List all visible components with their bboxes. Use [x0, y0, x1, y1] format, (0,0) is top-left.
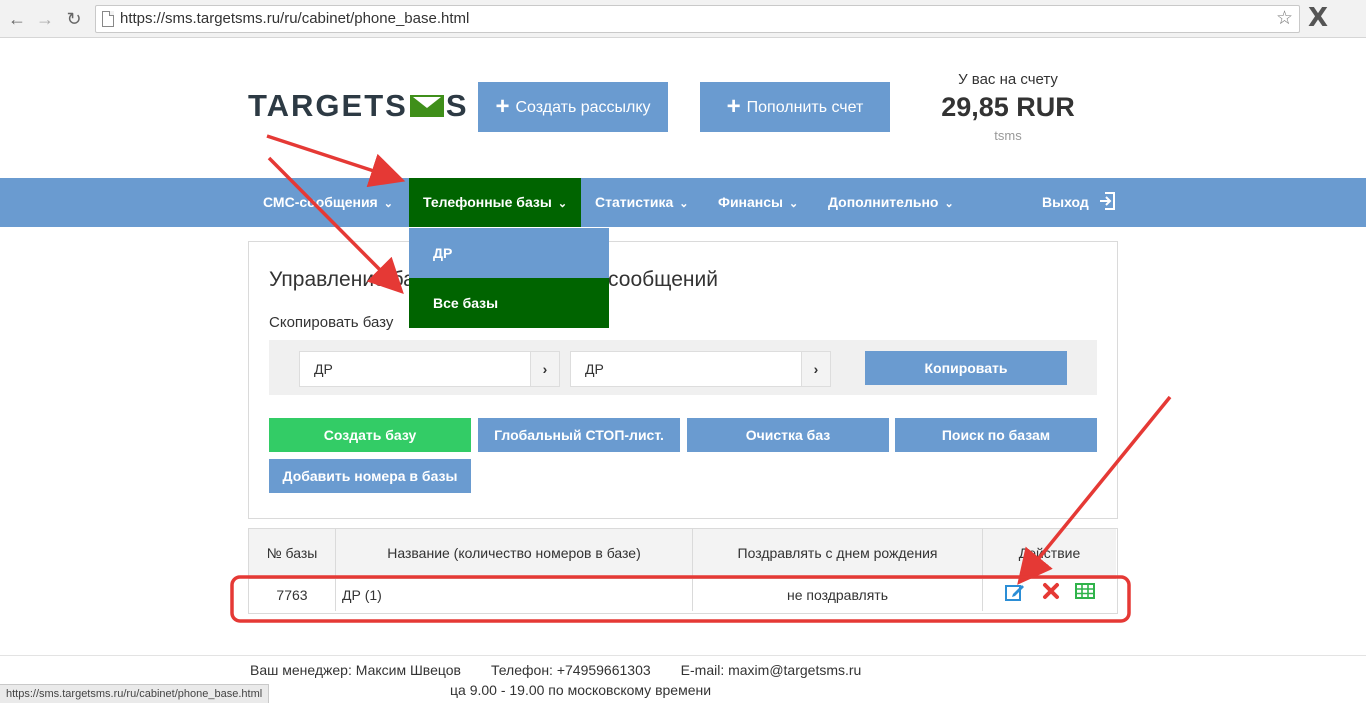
balance-unit: tsms	[994, 128, 1022, 143]
nav-label: Дополнительно	[828, 194, 939, 210]
nav-item-finance[interactable]: Финансы ⌄	[718, 178, 798, 227]
balance-label: У вас на счету	[958, 71, 1058, 88]
footer-email[interactable]: E-mail: maxim@targetsms.ru	[681, 662, 862, 678]
cell-birthday: не поздравлять	[693, 578, 983, 611]
clean-bases-button[interactable]: Очистка баз	[687, 418, 889, 452]
top-up-button[interactable]: + Пополнить счет	[700, 82, 890, 132]
add-numbers-button[interactable]: Добавить номера в базы	[269, 459, 471, 493]
footer-phone: Телефон: +74959661303	[490, 662, 651, 678]
nav-item-statistics[interactable]: Статистика ⌄	[595, 178, 688, 227]
chevron-down-icon: ⌄	[557, 198, 568, 210]
nav-label: Телефонные базы	[423, 194, 552, 210]
create-base-button[interactable]: Создать базу	[269, 418, 471, 452]
chevron-down-icon: ⌄	[944, 198, 954, 210]
nav-label: Статистика	[595, 194, 674, 210]
copy-button[interactable]: Копировать	[865, 351, 1067, 385]
logout-label: Выход	[1042, 194, 1089, 210]
cell-base-id: 7763	[249, 578, 336, 611]
search-bases-button[interactable]: Поиск по базам	[895, 418, 1097, 452]
logo-text-right: S	[445, 88, 469, 123]
footer-contacts: Ваш менеджер: Максим Швецов Телефон: +749…	[250, 662, 891, 678]
url-text: https://sms.targetsms.ru/ru/cabinet/phon…	[120, 10, 470, 27]
logout-icon	[1099, 192, 1115, 210]
dropdown-item-dr[interactable]: ДР	[409, 228, 609, 278]
nav-item-sms[interactable]: СМС-сообщения ⌄	[263, 178, 393, 227]
from-base-select[interactable]: ДР ›	[299, 351, 560, 387]
table-icon[interactable]	[1074, 582, 1096, 604]
bookmark-star-icon[interactable]: ☆	[1276, 7, 1293, 30]
delete-icon[interactable]	[1040, 582, 1062, 604]
column-header-id: № базы	[249, 529, 336, 577]
reload-icon[interactable]: ↻	[63, 8, 85, 30]
logo[interactable]: TARGETS S	[248, 88, 469, 124]
footer-hours: ца 9.00 - 19.00 по московскому времени	[450, 682, 712, 698]
footer-divider	[0, 655, 1366, 656]
to-base-select[interactable]: ДР ›	[570, 351, 831, 387]
annotation-arrow	[266, 134, 406, 188]
plus-icon: +	[495, 93, 510, 120]
chevron-down-icon: ⌄	[789, 198, 799, 210]
plus-icon: +	[726, 93, 741, 120]
from-base-value: ДР	[314, 361, 333, 377]
nav-label: Финансы	[718, 194, 783, 210]
column-header-action: Действие	[983, 529, 1116, 577]
edit-icon[interactable]	[1004, 582, 1026, 604]
copy-base-label: Скопировать базу	[269, 314, 394, 331]
nav-item-phone-bases[interactable]: Телефонные базы ⌄	[409, 178, 582, 227]
nav-item-additional[interactable]: Дополнительно ⌄	[828, 178, 954, 227]
chevron-right-icon: ›	[530, 352, 559, 386]
forward-arrow-icon[interactable]: →	[34, 8, 56, 30]
address-bar[interactable]: https://sms.targetsms.ru/ru/cabinet/phon…	[95, 5, 1300, 33]
back-arrow-icon[interactable]: ←	[6, 8, 28, 30]
nav-label: СМС-сообщения	[263, 194, 378, 210]
balance-value: 29,85 RUR	[941, 92, 1075, 122]
chevron-down-icon: ⌄	[679, 198, 689, 210]
cell-base-name[interactable]: ДР (1)	[336, 578, 693, 611]
global-stop-list-button[interactable]: Глобальный СТОП-лист.	[478, 418, 680, 452]
envelope-icon	[409, 95, 444, 117]
column-header-name: Название (количество номеров в базе)	[336, 529, 693, 577]
top-up-label: Пополнить счет	[746, 99, 864, 116]
logo-text-left: TARGETS	[248, 88, 408, 123]
footer-manager: Ваш менеджер: Максим Швецов	[250, 662, 461, 678]
browser-status-bar: https://sms.targetsms.ru/ru/cabinet/phon…	[0, 684, 270, 703]
chevron-down-icon: ⌄	[383, 198, 393, 210]
phone-bases-dropdown: ДР Все базы	[409, 228, 609, 328]
chevron-right-icon: ›	[801, 352, 830, 386]
nav-logout[interactable]: Выход	[1042, 178, 1115, 227]
extension-x-icon[interactable]: X	[1308, 3, 1328, 33]
dropdown-item-all-bases[interactable]: Все базы	[409, 278, 609, 328]
create-mailing-button[interactable]: + Создать рассылку	[478, 82, 668, 132]
to-base-value: ДР	[585, 361, 604, 377]
column-header-birthday: Поздравлять с днем рождения	[693, 529, 983, 577]
create-mailing-label: Создать рассылку	[515, 99, 651, 116]
page-icon	[102, 11, 114, 27]
